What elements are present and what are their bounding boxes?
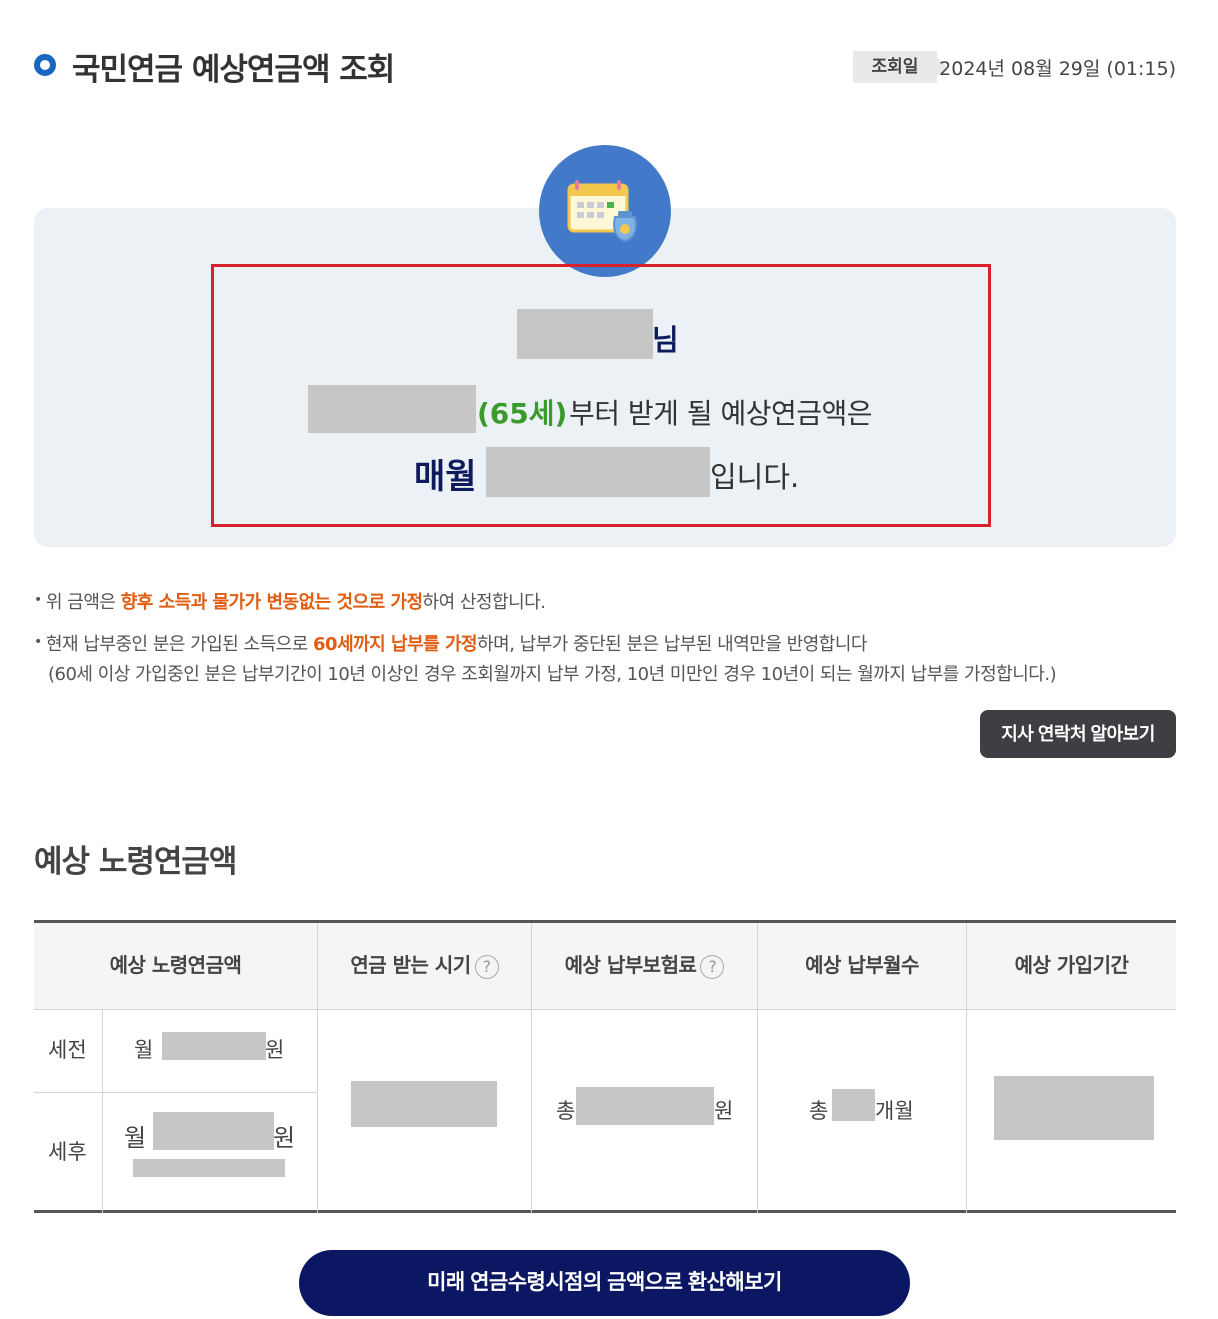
pension-table: 예상 노령연금액 연금 받는 시기? 예상 납부보험료? 예상 납부월수 예상 … [34, 920, 1176, 1213]
column-header-label: 예상 노령연금액 [109, 953, 242, 977]
section-title: 예상 노령연금액 [34, 844, 237, 880]
monthly-label: 매월 [414, 457, 477, 497]
column-header-label: 연금 받는 시기 [350, 953, 471, 977]
note-text: 위 금액은 [46, 592, 121, 613]
row-divider [34, 1092, 317, 1093]
column-divider [757, 1010, 758, 1213]
table-body: 세전 월 원 세후 월 원 총 원 총 개월 [34, 1010, 1176, 1213]
column-header: 예상 납부보험료? [532, 923, 758, 1010]
column-header: 연금 받는 시기? [318, 923, 532, 1010]
table-header: 예상 노령연금액 연금 받는 시기? 예상 납부보험료? 예상 납부월수 예상 … [34, 923, 1176, 1010]
title-bullet-icon [34, 54, 56, 76]
column-divider [102, 1010, 103, 1213]
note-item: 위 금액은 향후 소득과 물가가 변동없는 것으로 가정하여 산정합니다. [34, 588, 546, 614]
won-suffix: 원 [714, 1099, 734, 1123]
page-title: 국민연금 예상연금액 조회 [72, 52, 395, 88]
inquiry-date-label: 조회일 [853, 51, 947, 83]
note-text: 하여 산정합니다. [422, 592, 546, 613]
pension-start-age: (65세) [477, 397, 568, 430]
column-divider [966, 1010, 967, 1213]
column-header-label: 예상 납부보험료 [564, 953, 697, 977]
won-suffix: 원 [273, 1124, 296, 1152]
column-divider [531, 1010, 532, 1213]
redacted-aftertax-amount [153, 1112, 274, 1150]
month-prefix: 월 [134, 1038, 154, 1062]
redacted-start-date [308, 385, 476, 433]
column-header: 예상 가입기간 [967, 923, 1176, 1010]
help-icon[interactable]: ? [700, 954, 725, 979]
help-icon[interactable]: ? [474, 954, 499, 979]
expected-pension-text: 부터 받게 될 예상연금액은 [569, 397, 873, 430]
column-divider [317, 1010, 318, 1213]
redacted-premium-total [576, 1087, 714, 1125]
calendar-money-icon [539, 145, 671, 277]
redacted-months [832, 1089, 875, 1121]
note-text: 현재 납부중인 분은 가입된 소득으로 [46, 634, 314, 655]
column-header-label: 예상 납부월수 [805, 953, 919, 977]
won-suffix: 원 [265, 1038, 285, 1062]
page-header: 국민연금 예상연금액 조회 조회일 2024년 08월 29일 (01:15) [34, 42, 1176, 92]
note-item: 현재 납부중인 분은 가입된 소득으로 60세까지 납부를 가정하며, 납부가 … [34, 630, 867, 656]
column-header-label: 예상 가입기간 [1014, 953, 1129, 977]
month-prefix: 월 [124, 1124, 147, 1152]
inquiry-date-value: 2024년 08월 29일 (01:15) [939, 58, 1176, 80]
convert-future-value-button[interactable]: 미래 연금수령시점의 금액으로 환산해보기 [299, 1250, 910, 1316]
note-text: 하며, 납부가 중단된 분은 납부된 내역만을 반영합니다 [477, 634, 867, 655]
row-label-pretax: 세전 [48, 1038, 87, 1062]
name-suffix: 님 [652, 323, 679, 357]
row-label-aftertax: 세후 [48, 1140, 87, 1164]
total-prefix: 총 [809, 1099, 829, 1123]
redacted-aftertax-note [133, 1159, 285, 1177]
redacted-pretax-amount [162, 1032, 266, 1060]
note-detail: (60세 이상 가입중인 분은 납부기간이 10년 이상인 경우 조회월까지 납… [48, 664, 1057, 685]
redacted-name [517, 309, 653, 359]
total-prefix: 총 [556, 1099, 576, 1123]
highlight-frame: 님 (65세) 부터 받게 될 예상연금액은 매월 입니다. [211, 264, 991, 527]
note-emphasis: 향후 소득과 물가가 변동없는 것으로 가정 [120, 592, 423, 613]
note-emphasis: 60세까지 납부를 가정 [313, 634, 478, 655]
redacted-monthly-amount [486, 447, 710, 497]
column-header: 예상 노령연금액 [34, 923, 318, 1010]
column-header: 예상 납부월수 [758, 923, 967, 1010]
sentence-ending: 입니다. [710, 460, 800, 494]
months-suffix: 개월 [875, 1099, 914, 1123]
redacted-pension-start [351, 1081, 497, 1127]
branch-contact-button[interactable]: 지사 연락처 알아보기 [980, 710, 1176, 758]
redacted-enrollment-period [994, 1076, 1154, 1140]
